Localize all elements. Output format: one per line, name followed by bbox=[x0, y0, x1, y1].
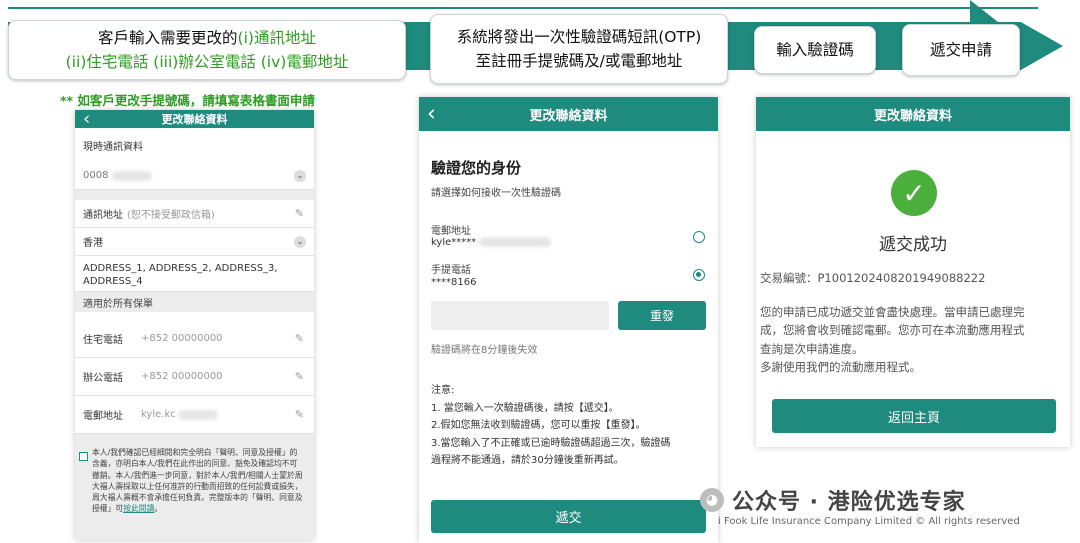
address-text-row[interactable]: ADDRESS_1, ADDRESS_2, ADDRESS_3, ADDRESS… bbox=[75, 256, 314, 292]
office-phone-row[interactable]: 辦公電話 +852 00000000 ✎ bbox=[75, 358, 314, 396]
address-text: ADDRESS_1, ADDRESS_2, ADDRESS_3, ADDRESS… bbox=[83, 263, 278, 287]
current-info-value: 0008 bbox=[83, 170, 109, 181]
verify-heading: 驗證您的身份 bbox=[431, 159, 522, 177]
home-phone-row[interactable]: 住宅電話 +852 00000000 ✎ bbox=[75, 320, 314, 358]
back-icon[interactable]: ‹ bbox=[427, 102, 436, 127]
edit-pencil-icon[interactable]: ✎ bbox=[295, 332, 304, 345]
current-info-label: 現時通訊資料 bbox=[83, 141, 143, 153]
top-divider-line bbox=[8, 7, 1038, 9]
success-title: 遞交成功 bbox=[879, 235, 947, 255]
success-msg-2: 成，您將會收到確認電郵。您亦可在本流動應用程式 bbox=[760, 323, 1025, 338]
flow-step-1-line1: 客戶輸入需要更改的(i)通訊地址 bbox=[98, 26, 316, 50]
flow-arrow-tip bbox=[970, 0, 998, 22]
screen3-title: 更改聯絡資料 bbox=[873, 108, 952, 124]
otp-email-radio[interactable] bbox=[693, 231, 705, 243]
section-divider bbox=[75, 190, 314, 200]
otp-code-input[interactable] bbox=[431, 301, 609, 330]
screen-submit-success: 更改聯絡資料 ✓ 遞交成功 交易編號：P10012024082019490882… bbox=[756, 97, 1070, 447]
screen1-header: ‹ 更改聯絡資料 bbox=[75, 110, 314, 130]
region-select[interactable]: 香港 ⌄ bbox=[75, 228, 314, 256]
screen-edit-contact: ‹ 更改聯絡資料 現時通訊資料 0008 ⌄ 通訊地址 (恕不接受郵政信箱) ✎… bbox=[75, 110, 314, 540]
copyright-text: i Fook Life Insurance Company Limited © … bbox=[718, 516, 1020, 527]
address-row: 通訊地址 (恕不接受郵政信箱) ✎ bbox=[75, 200, 314, 228]
note-3a: 3.當您輸入了不正確或已逾時驗證碼超過三次，驗證碼 bbox=[431, 437, 671, 449]
otp-mobile-radio[interactable] bbox=[693, 269, 705, 281]
declaration-text: 本人/我們確認已經細閱和完全明白「聲明、同意及授權」的含義，亦明白本人/我們在此… bbox=[92, 447, 304, 515]
wechat-icon: ◕ bbox=[700, 488, 724, 512]
screen1-title: 更改聯絡資料 bbox=[161, 113, 228, 126]
watermark-text: 公众号 · 港险优选专家 bbox=[732, 490, 966, 515]
verify-sub: 請選擇如何接收一次性驗證碼 bbox=[431, 188, 561, 199]
back-to-home-button[interactable]: 返回主頁 bbox=[772, 399, 1056, 433]
otp-mobile-value: ****8166 bbox=[431, 277, 477, 288]
office-phone-value: +852 00000000 bbox=[141, 371, 223, 382]
address-hint: (恕不接受郵政信箱) bbox=[127, 210, 215, 221]
submit-button[interactable]: 遞交 bbox=[431, 500, 706, 533]
edit-pencil-icon[interactable]: ✎ bbox=[295, 370, 304, 383]
declaration-checkbox[interactable] bbox=[79, 452, 88, 461]
email-value: kyle.kc bbox=[141, 409, 176, 420]
region-value: 香港 bbox=[83, 238, 103, 249]
otp-email-value: kyle***** bbox=[431, 237, 477, 248]
edit-pencil-icon[interactable]: ✎ bbox=[295, 408, 304, 421]
flow-step-4: 遞交申請 bbox=[902, 24, 1020, 76]
check-circle-icon: ✓ bbox=[891, 170, 937, 216]
flow-step-3: 輸入驗證碼 bbox=[754, 26, 876, 74]
transaction-number: 交易編號：P1001202408201949088222 bbox=[760, 271, 986, 285]
redacted-value bbox=[112, 170, 153, 181]
mobile-change-note: ** 如客戶更改手提號碼，請填寫表格書面申請 bbox=[60, 93, 315, 108]
redacted-value bbox=[177, 409, 218, 420]
declaration-link[interactable]: 按此閱讀 bbox=[123, 504, 154, 513]
flow-step-2-line1: 系統將發出一次性驗證碼短訊(OTP) bbox=[456, 27, 702, 46]
chevron-down-icon[interactable]: ⌄ bbox=[294, 235, 306, 248]
note-1: 1. 當您輸入一次驗證碼後，請按【遞交】。 bbox=[431, 402, 619, 414]
otp-email-line: kyle***** bbox=[431, 237, 552, 248]
redacted-value bbox=[479, 237, 552, 247]
screen2-header: ‹ 更改聯絡資料 bbox=[419, 97, 718, 131]
resend-button[interactable]: 重發 bbox=[618, 301, 706, 330]
edit-pencil-icon[interactable]: ✎ bbox=[295, 207, 304, 220]
home-phone-label: 住宅電話 bbox=[83, 335, 123, 346]
screen3-header: 更改聯絡資料 bbox=[756, 97, 1070, 131]
screen2-title: 更改聯絡資料 bbox=[529, 108, 608, 124]
flow-step-1: 客戶輸入需要更改的(i)通訊地址 (ii)住宅電話 (iii)辦公室電話 (iv… bbox=[8, 20, 406, 80]
success-msg-3: 查詢是次申請進度。 bbox=[760, 341, 864, 356]
address-label: 通訊地址 bbox=[83, 210, 123, 221]
notes-title: 注意: bbox=[431, 385, 455, 396]
applies-all-label: 適用於所有保單 bbox=[83, 298, 153, 310]
success-msg-1: 您的申請已成功遞交並會盡快處理。當申請已處理完 bbox=[760, 305, 1025, 319]
chevron-down-icon[interactable]: ⌄ bbox=[294, 169, 306, 182]
success-msg-4: 多謝使用我們的流動應用程式。 bbox=[760, 360, 921, 375]
otp-expiry-text: 驗證碼將在8分鐘後失效 bbox=[431, 345, 538, 356]
email-label: 電郵地址 bbox=[83, 411, 123, 422]
flow-step-3-text: 輸入驗證碼 bbox=[776, 40, 854, 59]
flow-step-1-line2: (ii)住宅電話 (iii)辦公室電話 (iv)電郵地址 bbox=[65, 53, 349, 71]
flow-step-2: 系統將發出一次性驗證碼短訊(OTP) 至註冊手提號碼及/或電郵地址 bbox=[430, 14, 728, 84]
back-icon[interactable]: ‹ bbox=[83, 110, 90, 130]
email-row[interactable]: 電郵地址 kyle.kc ✎ bbox=[75, 396, 314, 434]
success-message: 您的申請已成功遞交並會盡快處理。當申請已處理完 成，您將會收到確認電郵。您亦可在… bbox=[760, 303, 1025, 377]
office-phone-label: 辦公電話 bbox=[83, 373, 123, 384]
flow-step-2-line2: 至註冊手提號碼及/或電郵地址 bbox=[475, 52, 683, 70]
current-info-row: 現時通訊資料 bbox=[75, 128, 314, 162]
note-3b: 過程將不能通過，請於30分鐘後重新再試。 bbox=[431, 455, 624, 466]
otp-notes: 注意: 1. 當您輸入一次驗證碼後，請按【遞交】。 2.假如您無法收到驗證碼，您… bbox=[431, 382, 671, 470]
applies-all-band: 適用於所有保單 bbox=[75, 292, 314, 312]
flow-step-1-text-a: 客戶輸入需要更改的 bbox=[98, 28, 238, 47]
flow-step-1-text-b: (i)通訊地址 bbox=[237, 28, 316, 47]
otp-email-label: 電郵地址 bbox=[431, 226, 471, 237]
declaration-end: 。 bbox=[154, 504, 163, 514]
screen-verify-identity: ‹ 更改聯絡資料 驗證您的身份 請選擇如何接收一次性驗證碼 電郵地址 kyle*… bbox=[419, 97, 718, 543]
watermark: ◕ 公众号 · 港险优选专家 bbox=[700, 484, 966, 516]
note-2: 2.假如您無法收到驗證碼，您可以重按【重發】。 bbox=[431, 420, 646, 431]
home-phone-value: +852 00000000 bbox=[141, 333, 223, 344]
flow-step-4-text: 遞交申請 bbox=[929, 40, 992, 59]
declaration-area: 本人/我們確認已經細閱和完全明白「聲明、同意及授權」的含義，亦明白本人/我們在此… bbox=[75, 434, 314, 540]
current-info-select[interactable]: 0008 ⌄ bbox=[75, 162, 314, 190]
otp-mobile-label: 手提電話 bbox=[431, 265, 471, 276]
